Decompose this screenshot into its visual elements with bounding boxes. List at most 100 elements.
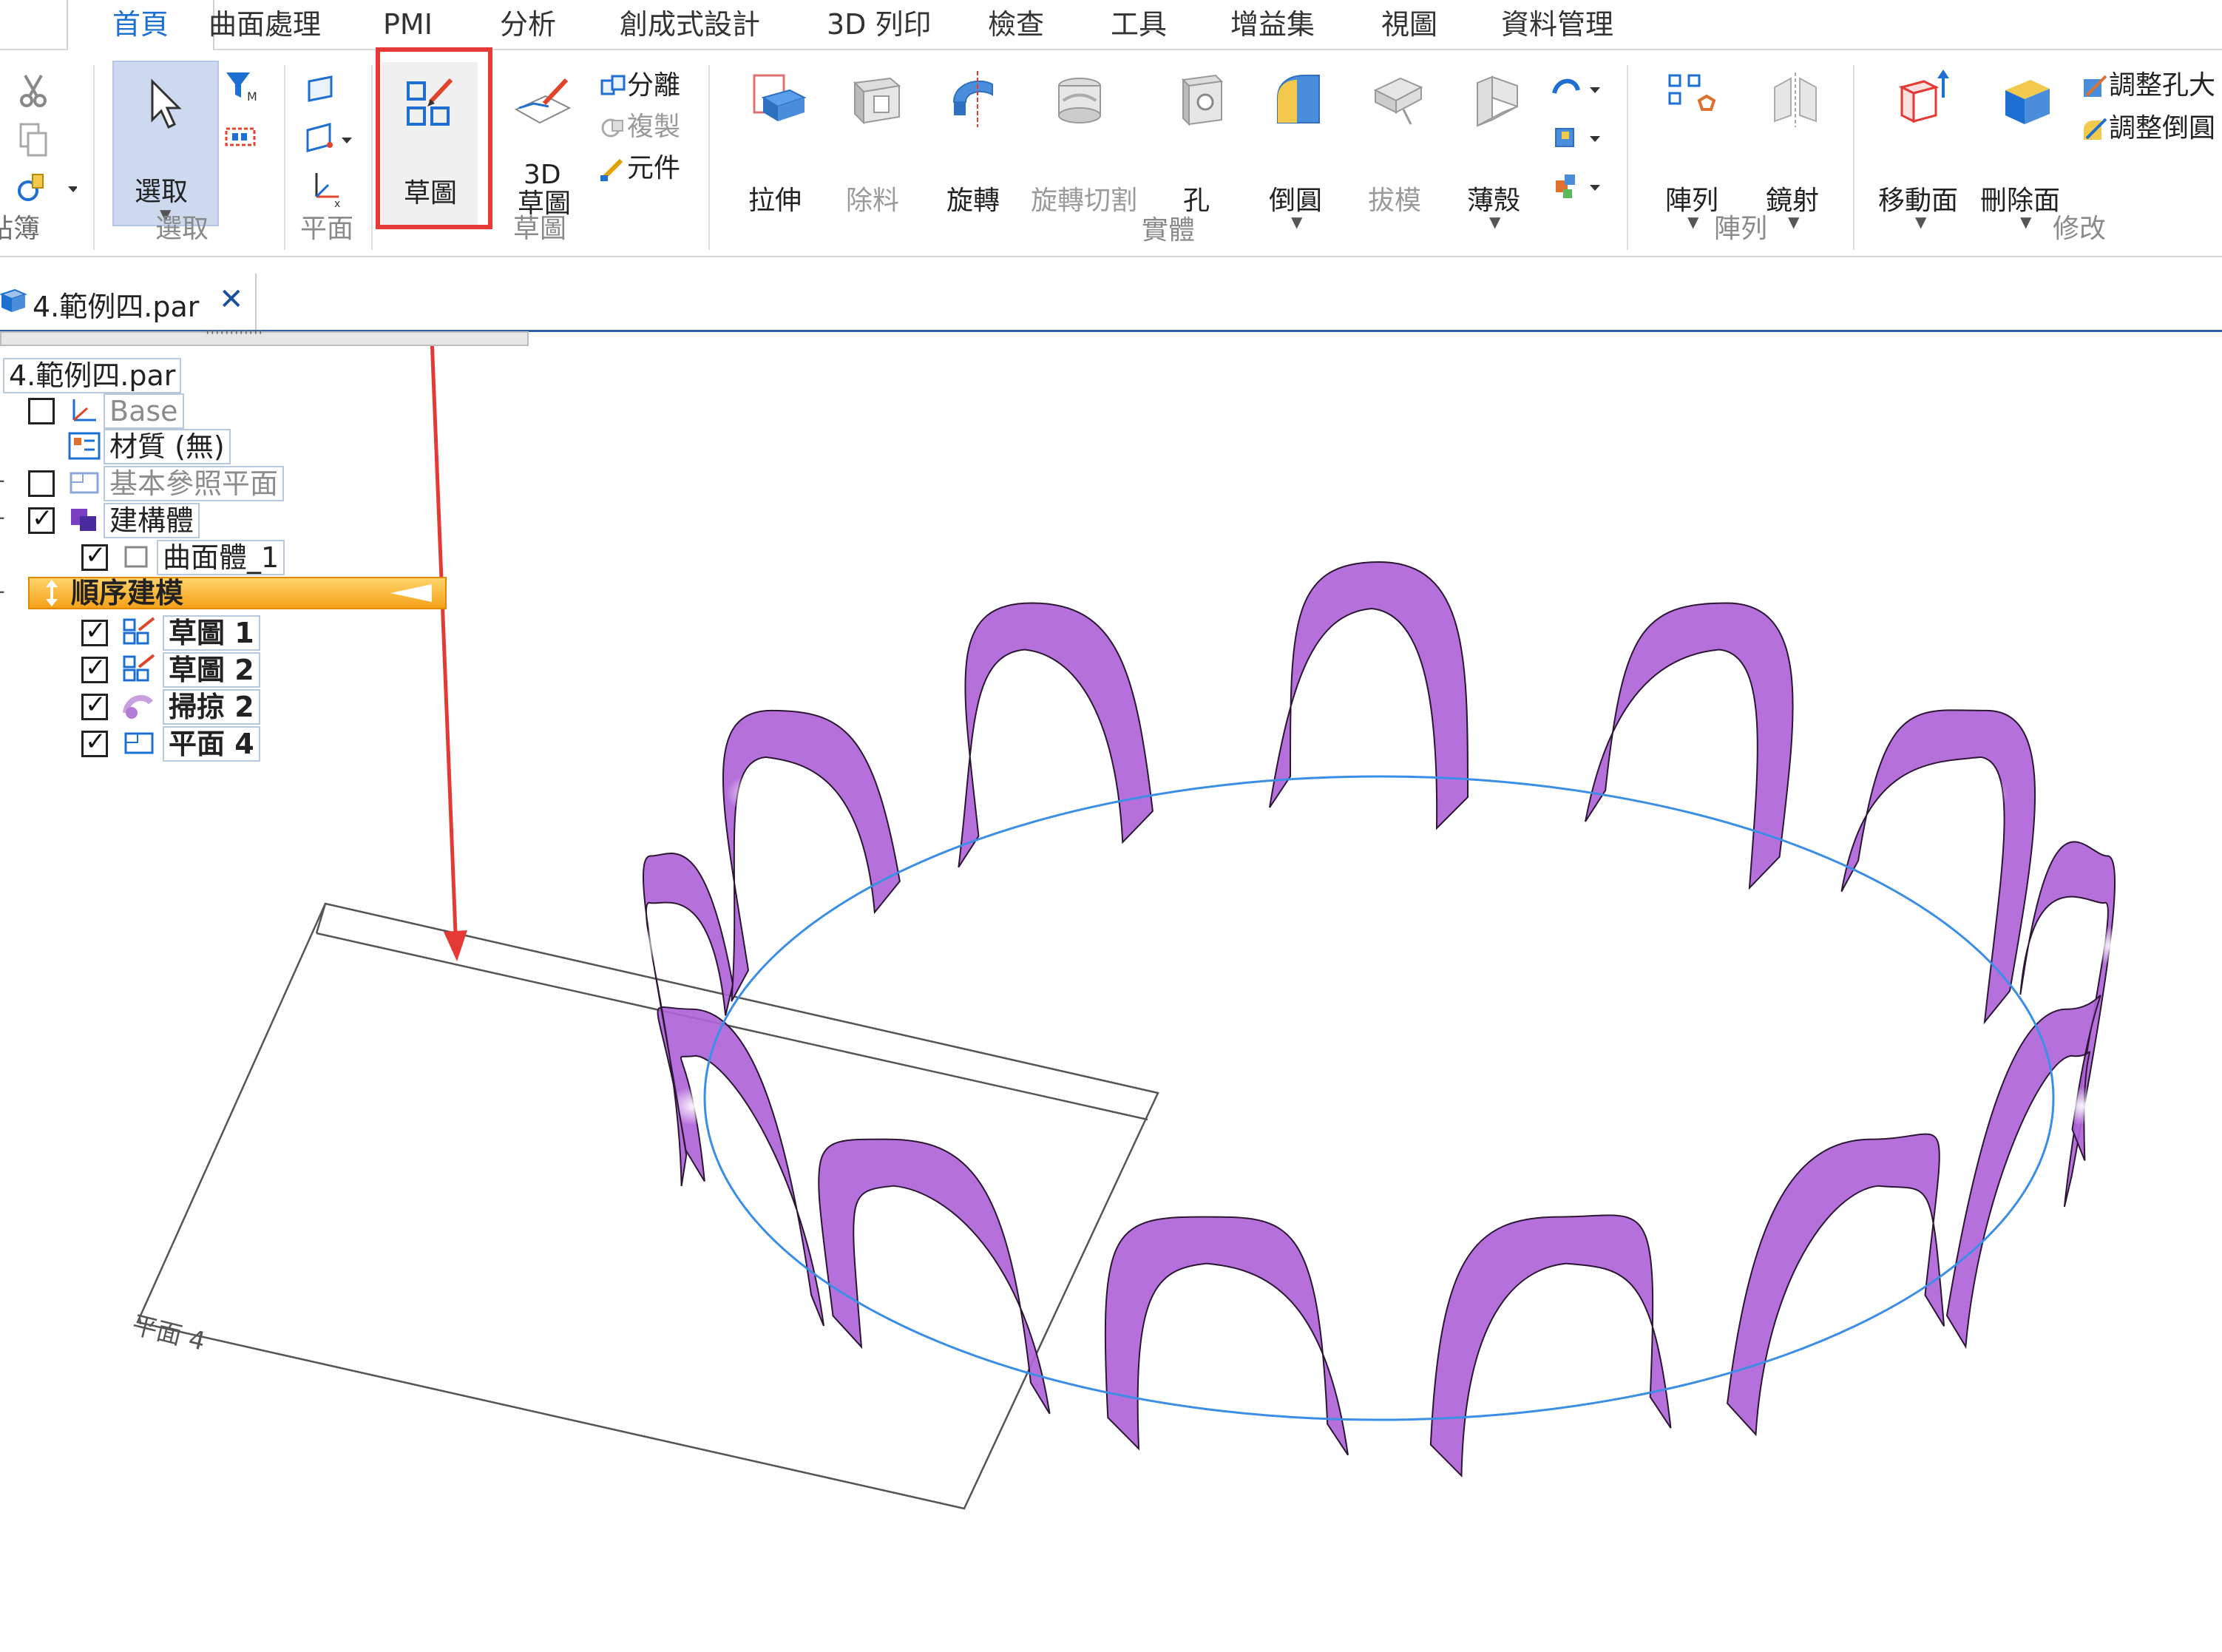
tab-pmi[interactable]: PMI bbox=[383, 0, 433, 49]
pathfinder-splitter[interactable]: '''''''''''' bbox=[0, 327, 529, 346]
copy-body-icon bbox=[601, 118, 623, 138]
plane-angle-icon bbox=[306, 123, 352, 152]
draft-button[interactable]: 拔模 bbox=[1356, 64, 1437, 216]
split-button[interactable]: 分離 bbox=[599, 64, 680, 102]
copy-clipboard-button[interactable] bbox=[10, 118, 55, 163]
chevron-down-icon: ▼ bbox=[2020, 213, 2032, 231]
tab-surfacing[interactable]: 曲面處理 bbox=[209, 0, 321, 49]
ribbon-loop[interactable] bbox=[1840, 709, 2036, 1025]
group-separator bbox=[371, 65, 373, 250]
ribbon-highlight bbox=[726, 774, 780, 813]
loft-button[interactable] bbox=[1550, 120, 1609, 157]
construction-checkbox[interactable]: ✓ bbox=[28, 504, 55, 534]
ribbon-loop[interactable] bbox=[1429, 1214, 1672, 1478]
delete-face-button[interactable]: 刪除面 ▼ bbox=[1976, 64, 2079, 231]
rollback-marker-icon[interactable] bbox=[387, 581, 435, 605]
sketch-3d-icon bbox=[514, 78, 572, 124]
collapse-icon[interactable]: - bbox=[0, 467, 5, 493]
swept-ribbon-surface[interactable] bbox=[613, 561, 2138, 1478]
collapse-icon[interactable]: - bbox=[0, 578, 5, 604]
cut-button[interactable] bbox=[10, 68, 55, 112]
plane-icon bbox=[124, 732, 154, 754]
thin-wall-button[interactable]: 薄殼 ▼ bbox=[1455, 64, 1537, 231]
tab-analysis[interactable]: 分析 bbox=[500, 0, 556, 49]
tab-home[interactable]: 首頁 bbox=[67, 0, 215, 52]
add-body-button[interactable] bbox=[1550, 169, 1609, 206]
resize-hole-button[interactable]: 調整孔大 bbox=[2081, 64, 2215, 102]
sweep-icon bbox=[123, 694, 154, 719]
mirror-button[interactable]: 鏡射 ▼ bbox=[1754, 64, 1835, 231]
sketch-2-checkbox[interactable]: ✓ bbox=[81, 653, 108, 683]
filter-icon: M bbox=[226, 72, 257, 104]
resize-round-button[interactable]: 調整倒圓 bbox=[2081, 106, 2215, 145]
ribbon-highlight bbox=[1954, 774, 2008, 813]
tab-data-management[interactable]: 資料管理 bbox=[1501, 0, 1613, 49]
loft-icon bbox=[1555, 128, 1600, 147]
tab-inspect[interactable]: 檢查 bbox=[988, 0, 1044, 49]
reference-planes-checkbox[interactable] bbox=[28, 470, 55, 497]
tree-item-ordered[interactable]: - 順序建模 bbox=[0, 577, 447, 609]
round-button[interactable]: 倒圓 ▼ bbox=[1257, 64, 1338, 231]
sketch-3d-button[interactable]: 3D 草圖 bbox=[506, 62, 577, 226]
hole-button[interactable]: 孔 bbox=[1159, 64, 1241, 216]
coordinate-system-icon bbox=[72, 399, 96, 422]
sketch-1-checkbox[interactable]: ✓ bbox=[81, 616, 108, 646]
plane-options-button[interactable] bbox=[302, 118, 356, 160]
tab-generative-design[interactable]: 創成式設計 bbox=[620, 0, 760, 49]
part-button[interactable]: 元件 bbox=[599, 146, 680, 185]
group-label-modify: 修改 bbox=[2053, 214, 2107, 244]
delete-face-icon bbox=[2005, 80, 2050, 124]
close-icon[interactable]: ✕ bbox=[219, 282, 244, 316]
ribbon-loop[interactable] bbox=[1945, 995, 2101, 1350]
select-box-button[interactable] bbox=[222, 118, 260, 157]
ribbon-loop[interactable] bbox=[1727, 1133, 1945, 1437]
mirror-icon bbox=[1774, 72, 1817, 127]
sketch-2-label: 草圖 2 bbox=[163, 652, 260, 688]
plane-4-outline[interactable] bbox=[136, 902, 1159, 1510]
coordinate-system-button[interactable]: x bbox=[302, 167, 346, 210]
sweep-button[interactable] bbox=[1550, 71, 1609, 108]
paste-button[interactable] bbox=[10, 167, 78, 209]
pencil-icon bbox=[600, 158, 623, 181]
plane-4-checkbox[interactable]: ✓ bbox=[81, 727, 108, 757]
move-face-button[interactable]: 移動面 ▼ bbox=[1871, 64, 1974, 231]
surface-body-checkbox[interactable]: ✓ bbox=[81, 541, 108, 571]
mirror-label: 鏡射 bbox=[1766, 186, 1820, 216]
revolve-button[interactable]: 旋轉 bbox=[935, 64, 1016, 216]
chevron-down-icon: ▼ bbox=[1788, 213, 1800, 231]
ribbon-loop[interactable] bbox=[722, 709, 901, 1002]
coincident-plane-button[interactable] bbox=[302, 71, 340, 109]
tab-view[interactable]: 視圖 bbox=[1381, 0, 1437, 49]
copy-body-button[interactable]: 複製 bbox=[599, 105, 680, 143]
base-checkbox[interactable] bbox=[28, 398, 55, 424]
group-label-solid: 實體 bbox=[1142, 215, 1196, 246]
collapse-icon[interactable]: - bbox=[0, 504, 5, 530]
ribbon-loop[interactable] bbox=[1585, 602, 1794, 890]
surface-body-icon bbox=[124, 546, 148, 568]
coordinate-system-icon: x bbox=[315, 173, 340, 210]
tab-3d-print[interactable]: 3D 列印 bbox=[827, 0, 932, 49]
tab-add-ins[interactable]: 增益集 bbox=[1230, 0, 1315, 49]
ribbon-highlight bbox=[1338, 619, 1391, 658]
ribbon-loop[interactable] bbox=[818, 1138, 1051, 1415]
ribbon-highlight bbox=[867, 1222, 921, 1262]
ribbon-loop[interactable] bbox=[1269, 561, 1469, 830]
cutout-button[interactable]: 除料 bbox=[834, 64, 915, 216]
revolve-cut-button[interactable]: 旋轉切割 bbox=[1026, 64, 1145, 216]
document-tab[interactable]: 4.範例四.par ✕ bbox=[0, 274, 257, 330]
select-button[interactable]: 選取 ▼ bbox=[112, 61, 219, 226]
copy-body-label: 複製 bbox=[627, 112, 681, 142]
select-filter-button[interactable]: M bbox=[222, 67, 260, 105]
pattern-button[interactable]: 陣列 ▼ bbox=[1653, 64, 1735, 231]
delete-face-label: 刪除面 bbox=[1980, 186, 2061, 216]
revolve-cut-label: 旋轉切割 bbox=[1031, 186, 1138, 216]
ribbon-loop[interactable] bbox=[958, 602, 1154, 868]
extrude-button[interactable]: 拉伸 bbox=[736, 64, 818, 216]
scissors-icon bbox=[20, 75, 47, 107]
plane-icon bbox=[308, 75, 333, 102]
revolve-icon bbox=[952, 71, 993, 127]
sweep-2-checkbox[interactable]: ✓ bbox=[81, 690, 108, 720]
sketch-highlight-box bbox=[376, 47, 492, 229]
tab-tools[interactable]: 工具 bbox=[1111, 0, 1167, 49]
ribbon-highlight bbox=[1549, 1304, 1603, 1343]
